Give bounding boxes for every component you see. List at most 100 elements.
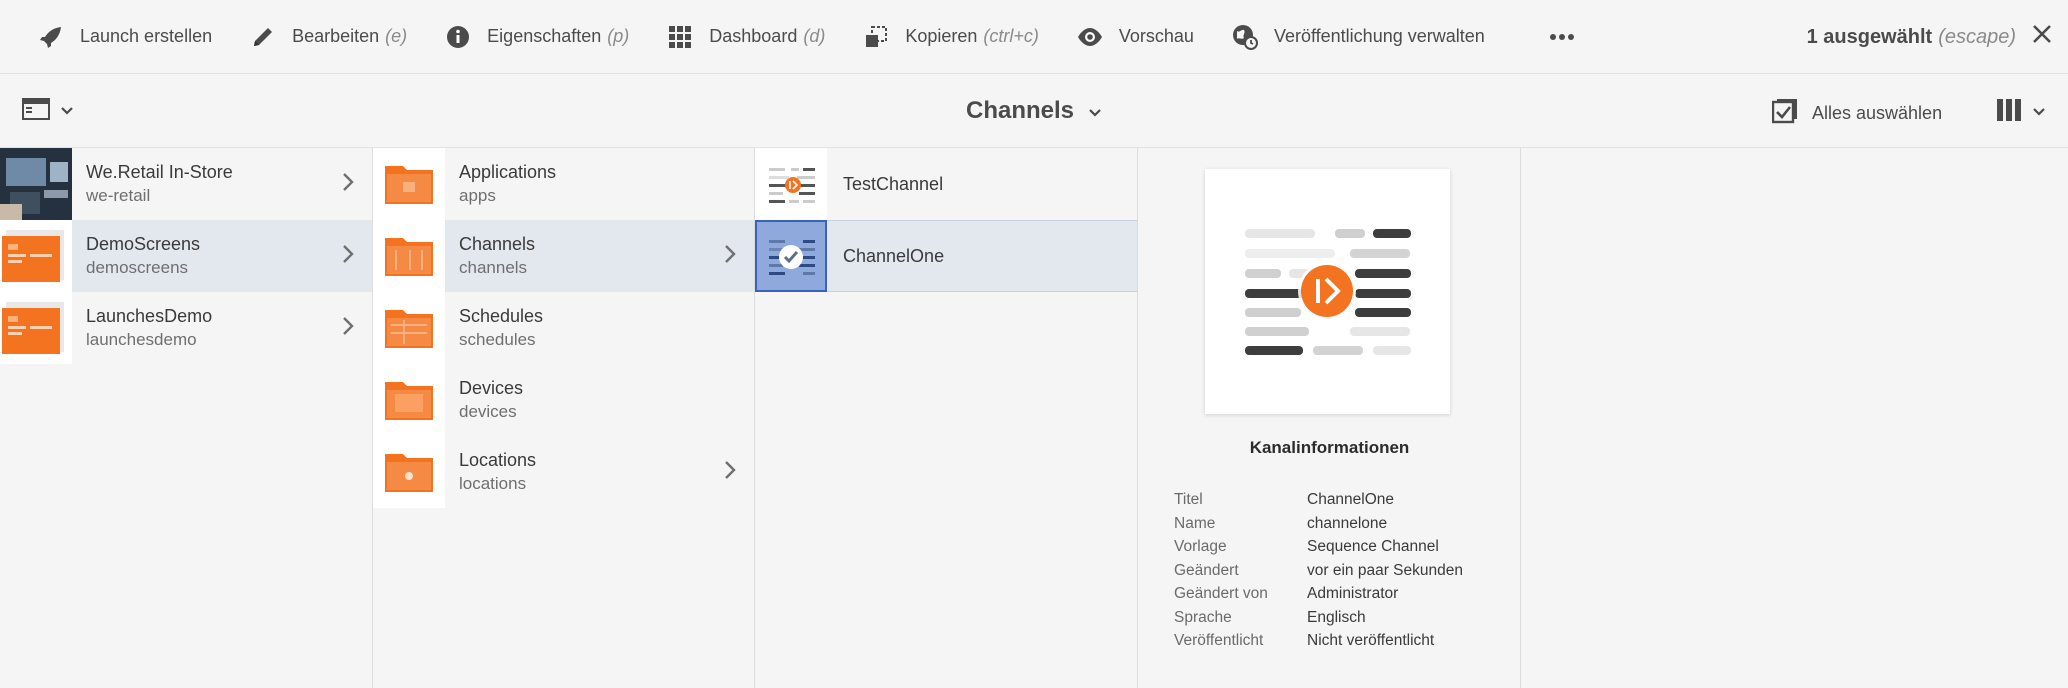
- list-item-selected[interactable]: ChannelOne: [755, 220, 1137, 292]
- item-subtitle: channels: [459, 258, 528, 277]
- item-title: Schedules: [459, 306, 544, 326]
- close-icon[interactable]: [2032, 24, 2052, 50]
- folder-icon: [373, 292, 445, 364]
- bearbeiten-button[interactable]: Bearbeiten (e): [212, 0, 407, 74]
- column-folders: Applications apps Channels channels Sche…: [373, 148, 755, 688]
- action-label: Bearbeiten: [292, 26, 380, 46]
- item-text: ChannelOne: [843, 244, 944, 268]
- pencil-icon: [250, 24, 276, 50]
- chevron-right-icon[interactable]: [342, 316, 354, 341]
- more-icon: [1549, 24, 1575, 50]
- eye-icon: [1077, 24, 1103, 50]
- info-icon: [445, 24, 471, 50]
- eigenschaften-button[interactable]: Eigenschaften (p): [407, 0, 629, 74]
- kopieren-button[interactable]: Kopieren (ctrl+c): [825, 0, 1039, 74]
- shortcut-hint: (e): [385, 26, 408, 46]
- page-title: Channels: [965, 97, 1075, 124]
- folder-icon: [373, 364, 445, 436]
- select-all-button[interactable]: Alles auswählen: [1771, 98, 1943, 129]
- item-subtitle: demoscreens: [86, 258, 189, 277]
- list-item[interactable]: Channels channels: [373, 220, 754, 292]
- list-item[interactable]: Schedules schedules: [373, 292, 754, 364]
- item-title: Devices: [459, 378, 524, 398]
- meta-value: vor ein paar Sekunden: [1307, 561, 1463, 579]
- item-subtitle: devices: [459, 402, 517, 421]
- item-subtitle: launchesdemo: [86, 330, 197, 349]
- list-item[interactable]: DemoScreens demoscreens: [0, 220, 372, 292]
- meta-value: Englisch: [1307, 608, 1366, 626]
- shortcut-hint: (d): [803, 26, 826, 46]
- chevron-right-icon[interactable]: [724, 460, 736, 485]
- channel-preview-thumbnail: [1205, 169, 1450, 414]
- item-title: Applications: [459, 162, 557, 182]
- view-switcher[interactable]: [1996, 98, 2046, 127]
- action-label: Eigenschaften: [487, 26, 602, 46]
- dashboard-button[interactable]: Dashboard (d): [629, 0, 825, 74]
- more-actions-button[interactable]: [1485, 0, 1591, 74]
- action-label: Launch erstellen: [80, 26, 213, 46]
- grid-icon: [667, 24, 693, 50]
- meta-value: Administrator: [1307, 585, 1399, 602]
- checkbox-checked-icon: [1771, 98, 1798, 129]
- chevron-down-icon: [2032, 104, 2046, 122]
- meta-row: Geändert von Administrator: [1174, 582, 1463, 606]
- meta-key: Titel: [1174, 491, 1203, 508]
- folder-icon: [373, 220, 445, 292]
- list-item[interactable]: LaunchesDemo launchesdemo: [0, 292, 372, 364]
- meta-row: Vorlage Sequence Channel: [1174, 535, 1463, 559]
- meta-row: Sprache Englisch: [1174, 606, 1463, 630]
- meta-row: Name channelone: [1174, 512, 1463, 536]
- item-subtitle: schedules: [459, 330, 536, 349]
- meta-key: Sprache: [1174, 608, 1232, 626]
- item-subtitle: apps: [459, 186, 496, 205]
- thumbnail: [0, 148, 72, 220]
- column-view: We.Retail In-Store we-retail DemoScreens…: [0, 148, 2068, 688]
- list-item[interactable]: TestChannel: [755, 148, 1137, 220]
- chevron-right-icon[interactable]: [724, 244, 736, 269]
- item-subtitle: we-retail: [86, 186, 151, 205]
- select-all-label: Alles auswählen: [1812, 103, 1943, 123]
- shortcut-hint: (p): [607, 26, 630, 46]
- vorschau-button[interactable]: Vorschau: [1039, 0, 1194, 74]
- view-title-dropdown[interactable]: Channels: [0, 74, 2068, 148]
- chevron-right-icon[interactable]: [342, 172, 354, 197]
- meta-value: ChannelOne: [1307, 491, 1395, 508]
- channel-thumbnail: [755, 148, 827, 220]
- item-text: We.Retail In-Store we-retail: [86, 160, 233, 208]
- list-item[interactable]: Devices devices: [373, 364, 754, 436]
- item-title: DemoScreens: [86, 234, 201, 254]
- meta-key: Veröffentlicht: [1174, 632, 1264, 649]
- globe-clock-icon: [1232, 24, 1258, 50]
- launch-erstellen-button[interactable]: Launch erstellen: [0, 0, 212, 74]
- shortcut-hint: (ctrl+c): [983, 26, 1039, 46]
- column-channels: TestChannel ChannelOne: [755, 148, 1138, 688]
- action-label: Vorschau: [1118, 26, 1194, 46]
- item-title: Channels: [459, 234, 536, 254]
- selection-status: 1 ausgewählt (escape): [1807, 0, 2052, 74]
- item-text: LaunchesDemo launchesdemo: [86, 304, 212, 352]
- column-view-icon: [1996, 98, 2022, 127]
- folder-icon: [373, 148, 445, 220]
- item-text: TestChannel: [843, 172, 943, 196]
- list-item[interactable]: We.Retail In-Store we-retail: [0, 148, 372, 220]
- details-metadata: Titel ChannelOne Name channelone Vorlage Se…: [1174, 488, 1463, 653]
- meta-row: Veröffentlicht Nicht veröffentlicht: [1174, 629, 1463, 653]
- chevron-right-icon[interactable]: [342, 244, 354, 269]
- escape-hint: (escape): [1938, 25, 2016, 48]
- thumbnail: [0, 292, 72, 364]
- item-text: Devices devices: [459, 376, 523, 424]
- meta-value: Sequence Channel: [1307, 538, 1439, 555]
- veroeffentlichung-verwalten-button[interactable]: Veröffentlichung verwalten: [1194, 0, 1485, 74]
- item-subtitle: locations: [459, 474, 527, 493]
- column-sites: We.Retail In-Store we-retail DemoScreens…: [0, 148, 373, 688]
- meta-key: Name: [1174, 514, 1216, 532]
- copy-icon: [863, 24, 889, 50]
- item-title: LaunchesDemo: [86, 306, 213, 326]
- thumbnail: [0, 220, 72, 292]
- list-item[interactable]: Locations locations: [373, 436, 754, 508]
- meta-value: Nicht veröffentlicht: [1307, 632, 1435, 649]
- list-item[interactable]: Applications apps: [373, 148, 754, 220]
- item-text: DemoScreens demoscreens: [86, 232, 200, 280]
- chevron-down-icon: [1088, 97, 1102, 125]
- details-heading: Kanalinformationen: [1249, 438, 1410, 457]
